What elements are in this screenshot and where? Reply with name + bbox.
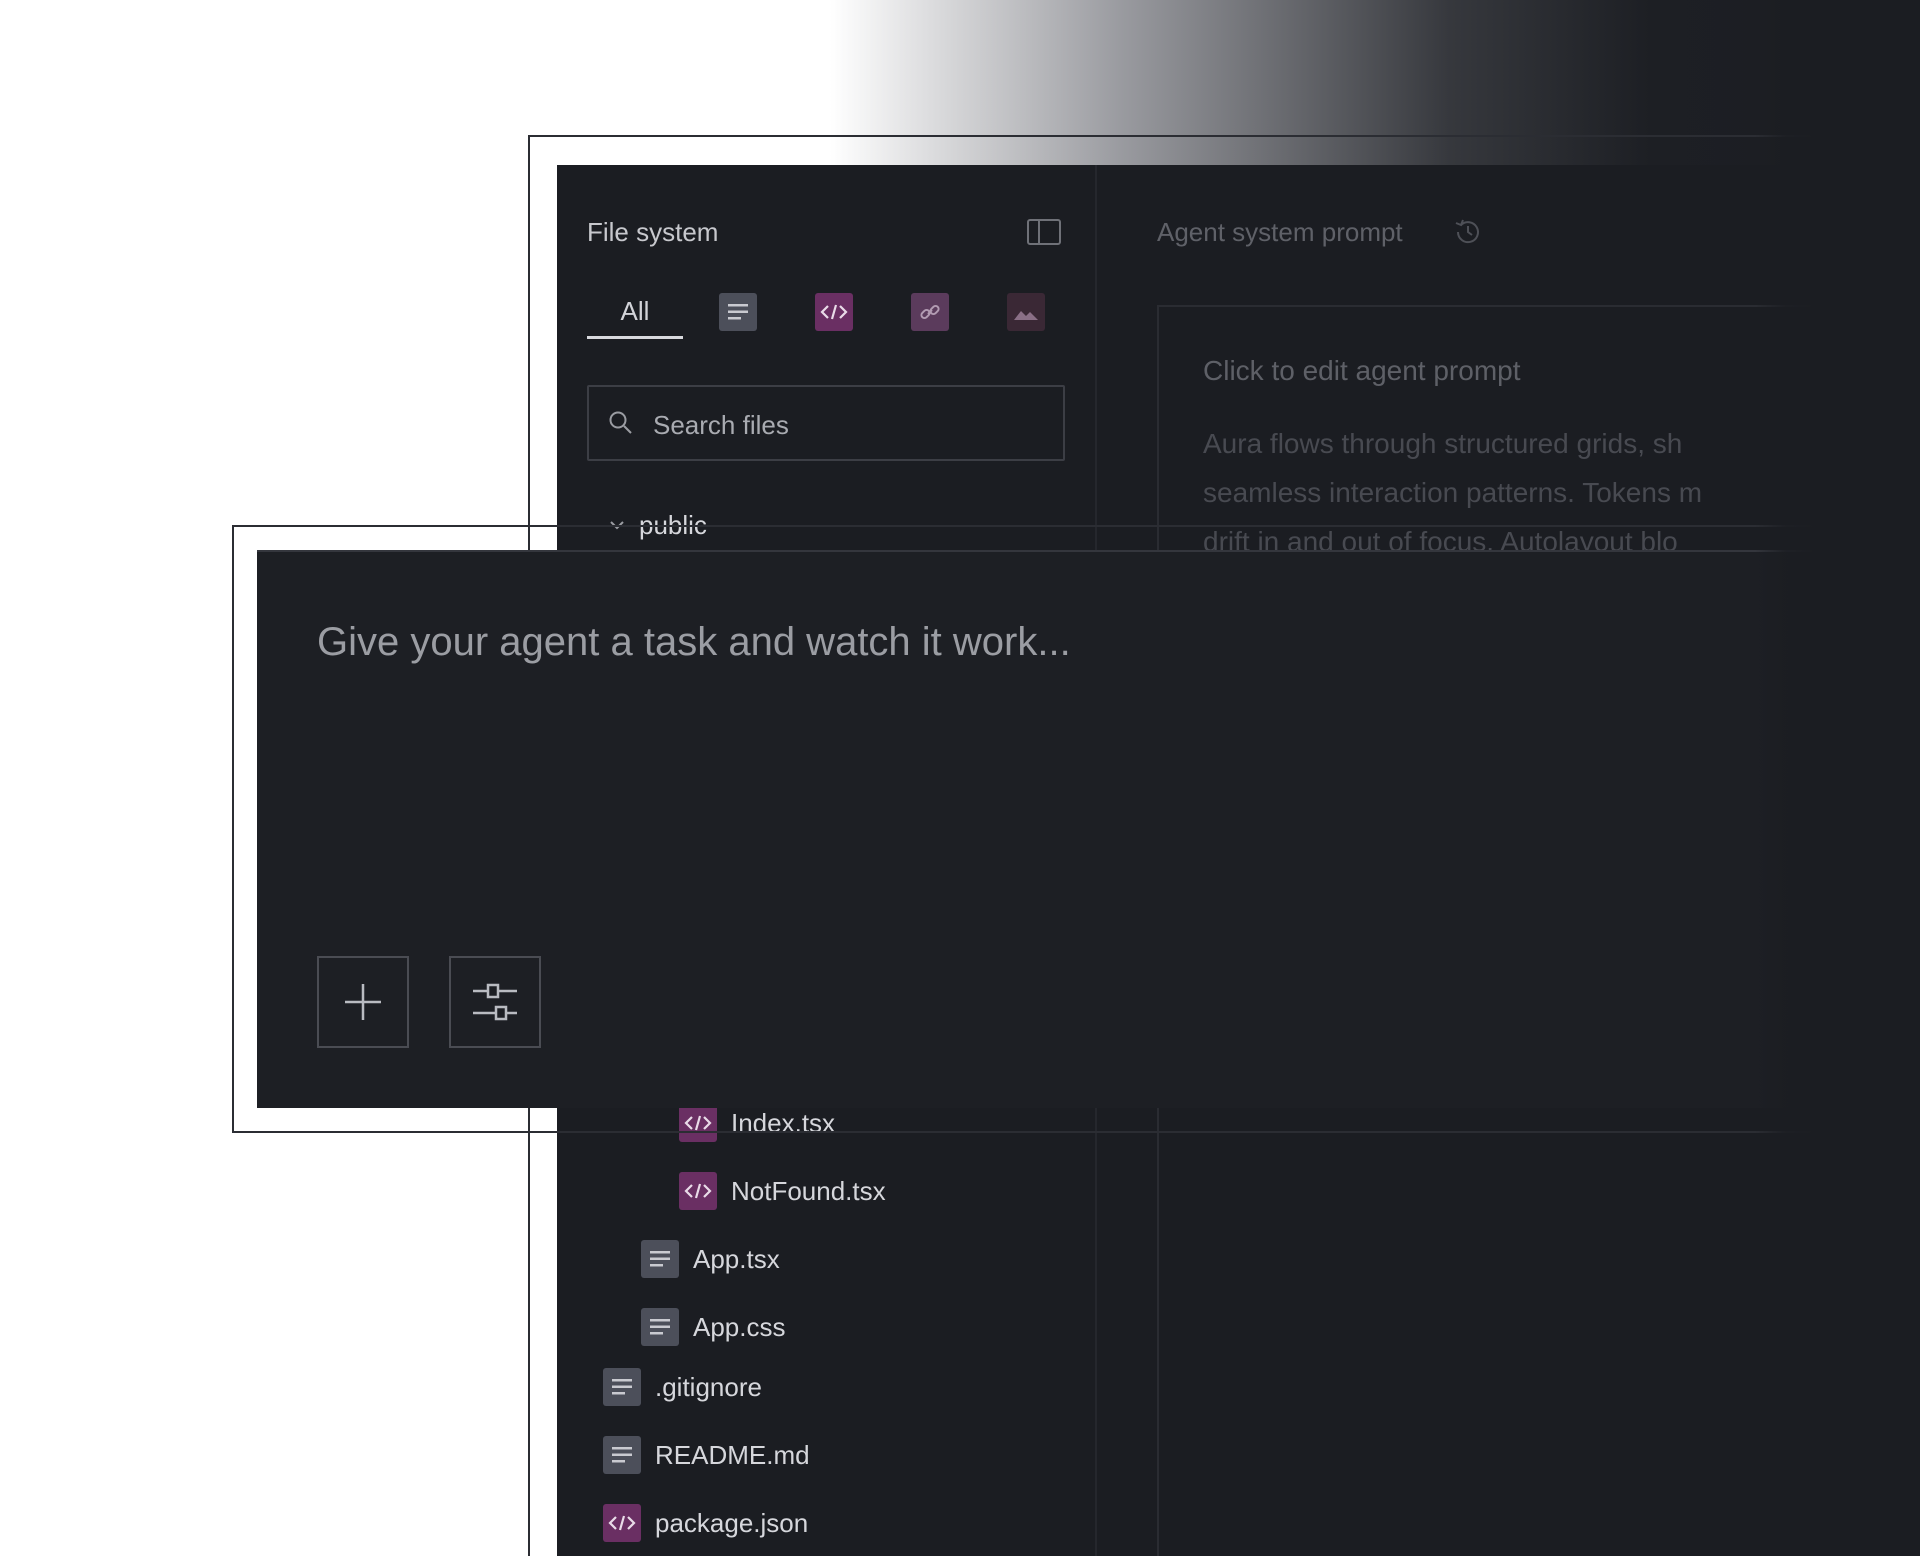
tree-item-label: README.md [655,1439,810,1470]
tree-file-notfound[interactable]: NotFound.tsx [679,1171,886,1211]
search-icon [609,411,632,434]
code-icon [820,304,848,320]
image-icon [1014,311,1038,320]
tab-all[interactable]: All [587,293,683,339]
tree-item-label: NotFound.tsx [731,1175,886,1206]
tree-file-app-css[interactable]: App.css [641,1307,786,1347]
sidebar-toggle-icon[interactable] [1027,219,1061,245]
sidebar-title: File system [587,217,719,247]
prompt-title: Click to edit agent prompt [1203,355,1521,386]
task-input[interactable]: Give your agent a task and watch it work… [317,620,1071,665]
chat-panel: Give your agent a task and watch it work… [257,550,1920,1108]
search-box [587,385,1065,461]
doc-icon [728,304,748,320]
tree-item-label: package.json [655,1507,809,1538]
tab-images[interactable] [1007,293,1045,331]
doc-icon [641,1240,679,1278]
code-icon [679,1172,717,1210]
add-button[interactable] [317,956,409,1048]
history-icon[interactable] [1451,215,1485,249]
tree-file-gitignore[interactable]: .gitignore [603,1367,762,1407]
doc-icon [641,1308,679,1346]
doc-icon [603,1436,641,1474]
plus-icon [345,984,381,1020]
tree-item-label: App.css [693,1311,786,1342]
search-input[interactable] [651,405,1045,445]
tab-links[interactable] [911,293,949,331]
file-filter-tabs: All [587,293,1067,339]
tab-code[interactable] [815,293,853,331]
right-edge-fade [1755,0,1920,1556]
code-icon [603,1504,641,1542]
tree-file-readme[interactable]: README.md [603,1435,810,1475]
tab-documents[interactable] [719,293,757,331]
tree-file-package[interactable]: package.json [603,1503,808,1543]
tree-item-label: App.tsx [693,1243,780,1274]
tree-file-app-tsx[interactable]: App.tsx [641,1239,780,1279]
tree-item-label: .gitignore [655,1371,762,1402]
link-icon [920,304,940,320]
settings-button[interactable] [449,956,541,1048]
main-title: Agent system prompt [1157,217,1403,247]
doc-icon [603,1368,641,1406]
sliders-icon [473,983,517,1021]
